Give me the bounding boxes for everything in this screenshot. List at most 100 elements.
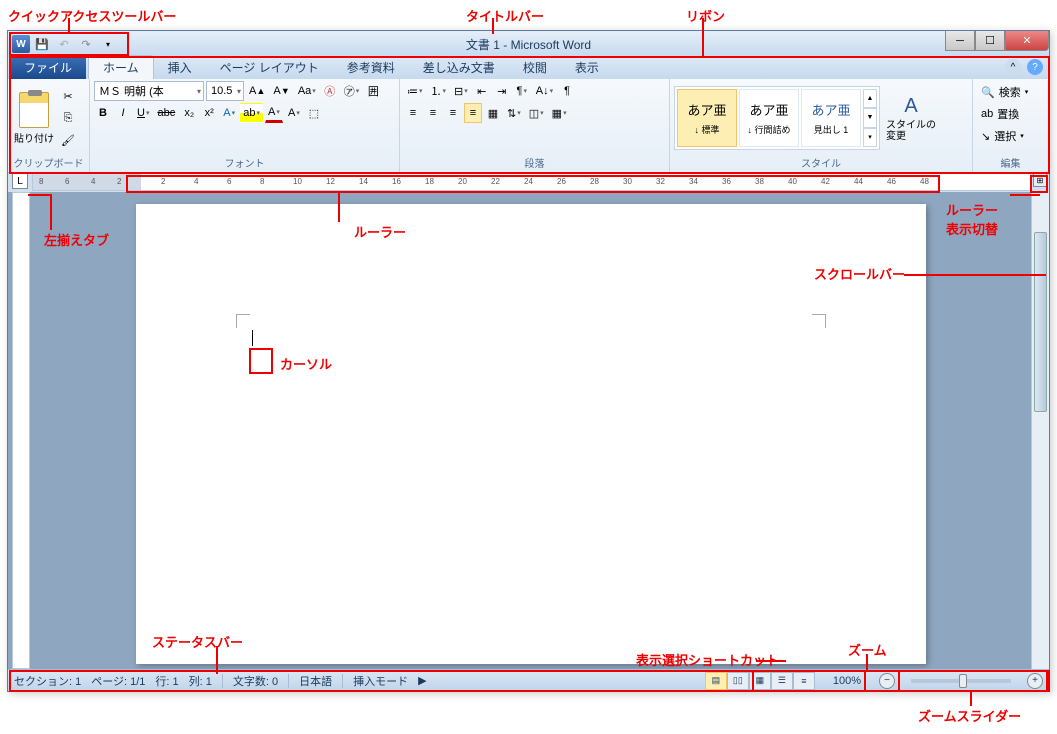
change-styles-button[interactable]: A スタイルの 変更 bbox=[886, 82, 936, 154]
tab-page-layout[interactable]: ページ レイアウト bbox=[206, 56, 333, 79]
view-draft[interactable]: ≡ bbox=[793, 672, 815, 690]
select-button[interactable]: ↘選択▾ bbox=[977, 125, 1044, 147]
status-chars[interactable]: 文字数: 0 bbox=[233, 673, 278, 689]
group-font: ＭＳ 明朝 (本 10.5 A▲ A▼ Aa Ⓐ ㋐ 囲 B I U abc x… bbox=[90, 79, 400, 172]
status-section[interactable]: セクション: 1 bbox=[14, 673, 81, 689]
numbering-icon[interactable]: ⒈ bbox=[428, 81, 450, 101]
find-button[interactable]: 🔍検索▾ bbox=[977, 81, 1044, 103]
italic-icon[interactable]: I bbox=[114, 103, 132, 123]
zoom-value[interactable]: 100% bbox=[833, 675, 861, 687]
highlight-icon[interactable]: ab bbox=[240, 103, 263, 123]
undo-icon[interactable]: ↶ bbox=[54, 34, 74, 54]
view-outline[interactable]: ☰ bbox=[771, 672, 793, 690]
strike-icon[interactable]: abc bbox=[154, 103, 178, 123]
align-left-icon[interactable]: ≡ bbox=[404, 103, 422, 123]
document-page[interactable] bbox=[136, 204, 926, 664]
status-page[interactable]: ページ: 1/1 bbox=[91, 673, 145, 689]
view-full-read[interactable]: ▯▯ bbox=[727, 672, 749, 690]
redo-icon[interactable]: ↷ bbox=[76, 34, 96, 54]
char-border-icon[interactable]: A bbox=[285, 103, 303, 123]
window-title: 文書 1 - Microsoft Word bbox=[466, 36, 591, 53]
zoom-slider[interactable] bbox=[911, 679, 1011, 683]
style-scroll-up[interactable]: ▲ bbox=[863, 89, 877, 108]
char-shading-icon[interactable]: ⬚ bbox=[305, 103, 323, 123]
justify-icon[interactable]: ≡ bbox=[464, 103, 482, 123]
zoom-out-button[interactable]: − bbox=[879, 673, 895, 689]
zoom-thumb[interactable] bbox=[959, 674, 967, 688]
sort-icon[interactable]: A↓ bbox=[533, 81, 556, 101]
maximize-button[interactable]: ☐ bbox=[975, 31, 1005, 51]
line-spacing-icon[interactable]: ⇅ bbox=[504, 103, 524, 123]
tab-file[interactable]: ファイル bbox=[10, 56, 86, 79]
bullets-icon[interactable]: ≔ bbox=[404, 81, 426, 101]
word-icon[interactable]: W bbox=[12, 35, 30, 53]
group-label-clipboard: クリップボード bbox=[12, 155, 85, 172]
status-record-icon[interactable]: ▶ bbox=[418, 674, 426, 687]
style-expand[interactable]: ▾ bbox=[863, 128, 877, 147]
status-col[interactable]: 列: 1 bbox=[189, 673, 212, 689]
multilevel-icon[interactable]: ⊟ bbox=[451, 81, 471, 101]
ltr-icon[interactable]: ¶ bbox=[513, 81, 531, 101]
tab-references[interactable]: 参考資料 bbox=[333, 56, 409, 79]
window-controls: ─ ☐ ✕ bbox=[945, 31, 1049, 51]
tab-home[interactable]: ホーム bbox=[88, 55, 154, 79]
tab-mailings[interactable]: 差し込み文書 bbox=[409, 56, 509, 79]
qat-custom-icon[interactable]: ▾ bbox=[98, 34, 118, 54]
style-scroll-down[interactable]: ▼ bbox=[863, 108, 877, 127]
vertical-ruler[interactable] bbox=[12, 192, 30, 669]
shading-icon[interactable]: ◫ bbox=[526, 103, 547, 123]
tab-review[interactable]: 校閲 bbox=[509, 56, 561, 79]
horizontal-ruler[interactable]: 8642 24681012141618202224262830323436384… bbox=[32, 173, 1031, 191]
phonetic-icon[interactable]: ㋐ bbox=[341, 81, 363, 101]
minimize-button[interactable]: ─ bbox=[945, 31, 975, 51]
inc-indent-icon[interactable]: ⇥ bbox=[493, 81, 511, 101]
help-icon[interactable]: ? bbox=[1027, 59, 1043, 75]
grow-font-icon[interactable]: A▲ bbox=[246, 81, 268, 101]
align-center-icon[interactable]: ≡ bbox=[424, 103, 442, 123]
save-icon[interactable]: 💾 bbox=[32, 34, 52, 54]
font-size-combo[interactable]: 10.5 bbox=[206, 81, 244, 101]
superscript-icon[interactable]: x² bbox=[200, 103, 218, 123]
format-painter-icon[interactable]: 🖌 bbox=[58, 130, 78, 150]
tab-view[interactable]: 表示 bbox=[561, 56, 613, 79]
word-window: W 💾 ↶ ↷ ▾ 文書 1 - Microsoft Word ─ ☐ ✕ ファ… bbox=[7, 30, 1050, 692]
change-case-icon[interactable]: Aa bbox=[295, 81, 319, 101]
minimize-ribbon-icon[interactable]: ^ bbox=[1005, 59, 1021, 75]
style-heading1[interactable]: あア亜見出し 1 bbox=[801, 89, 861, 147]
replace-button[interactable]: ab置換 bbox=[977, 103, 1044, 125]
zoom-in-button[interactable]: + bbox=[1027, 673, 1043, 689]
view-print-layout[interactable]: ▤ bbox=[705, 672, 727, 690]
cut-icon[interactable]: ✂ bbox=[58, 86, 78, 106]
status-mode[interactable]: 挿入モード bbox=[353, 673, 408, 689]
vertical-scrollbar[interactable] bbox=[1031, 192, 1049, 669]
distribute-icon[interactable]: ▦ bbox=[484, 103, 502, 123]
margin-corner-tr bbox=[812, 314, 826, 328]
copy-icon[interactable]: ⎘ bbox=[58, 108, 78, 128]
enclose-icon[interactable]: 囲 bbox=[364, 81, 382, 101]
scroll-thumb[interactable] bbox=[1034, 232, 1047, 412]
show-marks-icon[interactable]: ¶ bbox=[558, 81, 576, 101]
style-normal[interactable]: あア亜↓ 標準 bbox=[677, 89, 737, 147]
align-right-icon[interactable]: ≡ bbox=[444, 103, 462, 123]
subscript-icon[interactable]: x₂ bbox=[180, 103, 198, 123]
status-lang[interactable]: 日本語 bbox=[299, 673, 332, 689]
bold-icon[interactable]: B bbox=[94, 103, 112, 123]
borders-icon[interactable]: ▦ bbox=[549, 103, 570, 123]
status-line[interactable]: 行: 1 bbox=[155, 673, 178, 689]
tab-insert[interactable]: 挿入 bbox=[154, 56, 206, 79]
font-color-icon[interactable]: A bbox=[265, 103, 283, 123]
paste-button[interactable]: 貼り付け bbox=[12, 82, 56, 154]
shrink-font-icon[interactable]: A▼ bbox=[270, 81, 292, 101]
tab-selector[interactable]: L bbox=[12, 173, 28, 189]
font-name-combo[interactable]: ＭＳ 明朝 (本 bbox=[94, 81, 204, 101]
underline-icon[interactable]: U bbox=[134, 103, 152, 123]
anno-zoomslider: ズームスライダー bbox=[918, 706, 1021, 725]
dec-indent-icon[interactable]: ⇤ bbox=[473, 81, 491, 101]
close-button[interactable]: ✕ bbox=[1005, 31, 1049, 51]
text-effect-icon[interactable]: A bbox=[220, 103, 238, 123]
group-label-editing: 編集 bbox=[977, 155, 1044, 172]
clear-format-icon[interactable]: Ⓐ bbox=[321, 81, 339, 101]
style-nogap[interactable]: あア亜↓ 行間詰め bbox=[739, 89, 799, 147]
ruler-toggle[interactable]: ⊞ bbox=[1033, 173, 1047, 187]
view-web[interactable]: ▦ bbox=[749, 672, 771, 690]
